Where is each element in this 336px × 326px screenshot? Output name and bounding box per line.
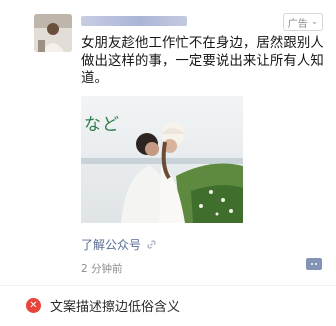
status-message: 文案描述擦边低俗含义 (50, 300, 181, 315)
comment-icon[interactable] (306, 258, 322, 270)
follow-link-label: 了解公众号 (81, 238, 142, 252)
review-status: ✕ 文案描述擦边低俗含义 (26, 296, 180, 315)
divider (0, 285, 336, 286)
ad-badge[interactable]: 广告 ⌄ (283, 13, 323, 31)
ad-label: 广告 (287, 18, 308, 30)
post-image[interactable]: など (81, 96, 243, 223)
account-name-blurred[interactable] (81, 16, 187, 26)
post-text: 女朋友趁他工作忙不在身边，居然跟别人做出这样的事，一定要说出来让所有人知道。 (81, 36, 324, 86)
link-icon (147, 240, 156, 249)
image-overlay-text: など (84, 115, 120, 134)
chevron-down-icon: ⌄ (310, 17, 319, 27)
avatar-image (34, 14, 72, 52)
avatar[interactable] (34, 14, 72, 52)
follow-account-link[interactable]: 了解公众号 (81, 236, 157, 253)
error-icon: ✕ (26, 298, 41, 313)
post-time: 2 分钟前 (81, 263, 123, 275)
